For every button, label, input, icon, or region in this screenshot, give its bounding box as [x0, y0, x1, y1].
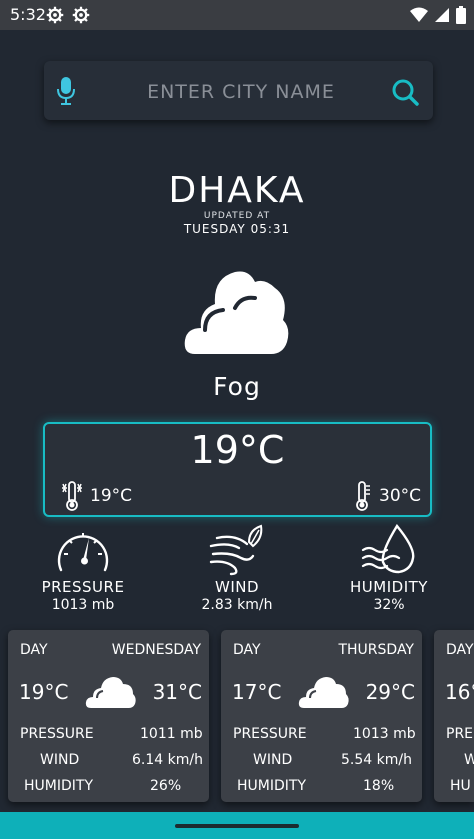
- wind-label: WIND: [214, 578, 260, 596]
- forecast-day-label: DAY: [446, 642, 474, 658]
- gauge-icon: [57, 533, 109, 572]
- thermometer-hot-icon: [356, 481, 370, 511]
- forecast-wind-value: 5.54 km/h: [341, 752, 412, 768]
- settings-gear-icon: [72, 6, 90, 24]
- min-temperature: 19°C: [90, 486, 133, 506]
- forecast-card[interactable]: DAY WEDNESDAY 19°C 31°C PRESSURE 1011 mb…: [8, 630, 209, 802]
- signal-icon: [435, 8, 449, 22]
- forecast-min-temp: 16°: [445, 680, 474, 704]
- forecast-humidity-value: 26%: [150, 778, 182, 794]
- pressure-stat: PRESSURE 1013 mb: [8, 524, 158, 613]
- cloud-icon: [85, 677, 136, 708]
- cloud-icon: [184, 271, 289, 354]
- settings-gear-icon: [46, 6, 64, 24]
- humidity-value: 32%: [373, 597, 405, 613]
- forecast-min-temp: 17°C: [232, 680, 282, 704]
- max-temperature: 30°C: [379, 486, 422, 506]
- forecast-wind-label: W: [464, 752, 474, 768]
- humidity-label: HUMIDITY: [350, 578, 428, 596]
- wind-icon: [209, 524, 263, 576]
- forecast-humidity-label: HU: [450, 778, 471, 794]
- forecast-min-temp: 19°C: [19, 680, 69, 704]
- forecast-day-label: DAY: [20, 642, 48, 658]
- forecast-pressure-label: PRESSURE: [20, 726, 94, 742]
- microphone-icon[interactable]: [57, 77, 75, 105]
- current-temperature: 19°C: [190, 428, 285, 472]
- cloud-icon: [298, 677, 349, 708]
- status-bar: 5:32: [0, 0, 474, 30]
- weather-condition: Fog: [213, 372, 261, 401]
- forecast-wind-value: 6.14 km/h: [132, 752, 203, 768]
- forecast-humidity-label: HUMIDITY: [24, 778, 93, 794]
- forecast-pressure-label: PRE: [446, 726, 474, 742]
- thermometer-cold-icon: [62, 481, 82, 511]
- temperature-panel: 19°C 19°C 30°C: [43, 422, 432, 517]
- humidity-drop-icon: [361, 524, 415, 574]
- search-icon[interactable]: [391, 78, 419, 106]
- status-time: 5:32: [10, 5, 46, 24]
- forecast-day-label: DAY: [233, 642, 261, 658]
- home-gesture-handle[interactable]: [175, 824, 299, 828]
- humidity-stat: HUMIDITY 32%: [314, 524, 464, 613]
- forecast-wind-label: WIND: [40, 752, 80, 768]
- city-name: DHAKA: [168, 170, 306, 211]
- forecast-card[interactable]: DAY THURSDAY 17°C 29°C PRESSURE 1013 mb …: [221, 630, 422, 802]
- forecast-humidity-label: HUMIDITY: [237, 778, 306, 794]
- status-indicators: [410, 6, 466, 24]
- city-search-input[interactable]: [104, 75, 378, 109]
- forecast-pressure-value: 1011 mb: [140, 726, 203, 742]
- search-bar: [44, 61, 433, 120]
- forecast-max-temp: 29°C: [365, 680, 415, 704]
- forecast-pressure-label: PRESSURE: [233, 726, 307, 742]
- wind-stat: WIND 2.83 km/h: [162, 524, 312, 613]
- pressure-value: 1013 mb: [51, 597, 115, 613]
- navigation-bar: [0, 812, 474, 839]
- updated-label: UPDATED AT: [203, 211, 271, 221]
- wind-value: 2.83 km/h: [201, 597, 273, 613]
- forecast-humidity-value: 18%: [363, 778, 395, 794]
- forecast-pressure-value: 1013 mb: [353, 726, 416, 742]
- wifi-icon: [410, 7, 428, 22]
- updated-time: TUESDAY 05:31: [183, 222, 291, 236]
- forecast-day-name: WEDNESDAY: [111, 642, 201, 658]
- battery-icon: [456, 6, 466, 24]
- pressure-label: PRESSURE: [41, 578, 125, 596]
- forecast-day-name: THURSDAY: [338, 642, 414, 658]
- forecast-wind-label: WIND: [253, 752, 293, 768]
- forecast-max-temp: 31°C: [152, 680, 202, 704]
- forecast-card[interactable]: DAY 16° PRE W HU: [434, 630, 474, 802]
